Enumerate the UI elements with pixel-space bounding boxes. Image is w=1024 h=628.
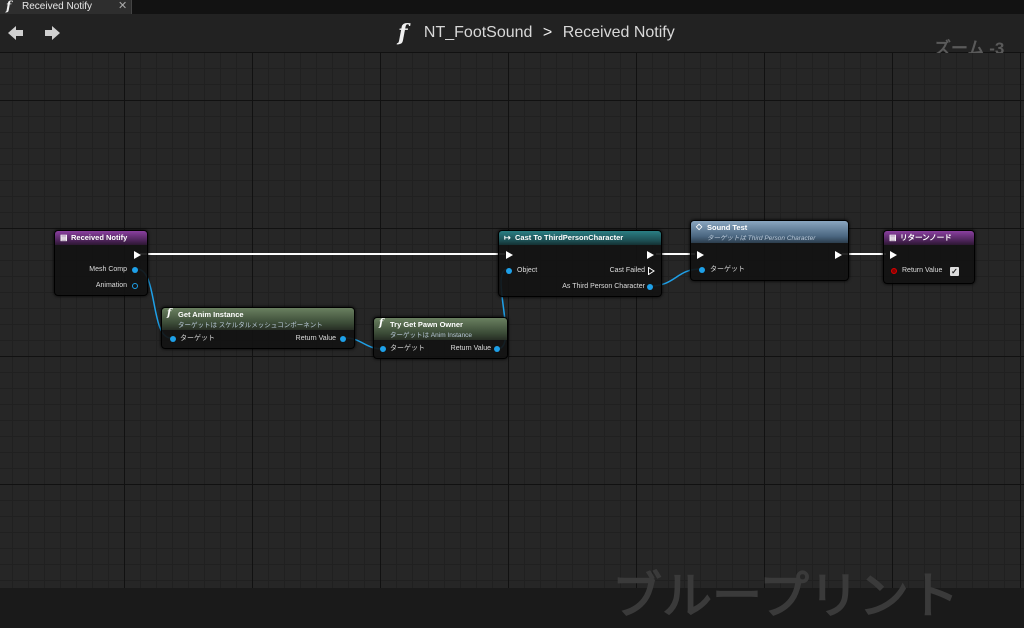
target-pin[interactable] xyxy=(699,267,705,273)
node-header: ▤ リターンノード xyxy=(884,231,974,245)
forward-arrow-icon[interactable] xyxy=(42,23,62,43)
breadcrumb-function[interactable]: Received Notify xyxy=(563,24,675,41)
return-value-checkbox[interactable]: ✓ xyxy=(950,267,959,276)
node-title: Sound Test xyxy=(707,223,748,232)
animation-pin[interactable] xyxy=(132,283,138,289)
as-third-person-character-pin[interactable] xyxy=(647,284,653,290)
node-header: f Try Get Pawn Owner ターゲットは Anim Instanc… xyxy=(374,318,507,340)
breadcrumb-blueprint[interactable]: NT_FootSound xyxy=(424,24,533,41)
pin-label: ターゲット xyxy=(710,266,745,273)
cast-icon: ↦ xyxy=(504,233,511,242)
node-title: Try Get Pawn Owner xyxy=(390,320,463,329)
pin-label: Return Value xyxy=(295,335,336,342)
pin-label: Cast Failed xyxy=(609,267,645,274)
node-title: Cast To ThirdPersonCharacter xyxy=(515,233,624,242)
node-header: f Get Anim Instance ターゲットは スケルタルメッシュコンポー… xyxy=(162,308,354,330)
graph-canvas[interactable] xyxy=(0,53,1024,588)
tab-received-notify[interactable]: f Received Notify ✕ xyxy=(0,0,132,14)
node-subtitle: ターゲットは スケルタルメッシュコンポーネント xyxy=(178,322,323,329)
function-icon: f xyxy=(398,20,408,46)
pin-label: Return Value xyxy=(902,267,943,274)
exec-in-pin[interactable] xyxy=(890,251,897,259)
exec-out-pin[interactable] xyxy=(647,251,654,259)
exec-out-pin[interactable] xyxy=(835,251,842,259)
event-icon: ▤ xyxy=(60,233,68,242)
object-pin[interactable] xyxy=(506,268,512,274)
node-title: Get Anim Instance xyxy=(178,310,244,319)
blueprint-watermark: ブループリント xyxy=(612,568,959,624)
return-node[interactable]: ▤ リターンノード Return Value ✓ xyxy=(883,230,975,284)
get-anim-instance-node[interactable]: f Get Anim Instance ターゲットは スケルタルメッシュコンポー… xyxy=(161,307,355,349)
target-pin[interactable] xyxy=(380,346,386,352)
received-notify-node[interactable]: ▤ Received Notify Mesh Comp Animation xyxy=(54,230,148,296)
breadcrumb: f NT_FootSound > Received Notify xyxy=(398,21,675,45)
node-header: ↦ Cast To ThirdPersonCharacter xyxy=(499,231,661,245)
sound-test-node[interactable]: ◇ Sound Test ターゲットは Third Person Charact… xyxy=(690,220,849,281)
pin-label: Animation xyxy=(95,282,127,289)
exec-in-pin[interactable] xyxy=(697,251,704,259)
cast-failed-exec-pin[interactable] xyxy=(648,267,655,275)
mesh-comp-pin[interactable] xyxy=(132,267,138,273)
return-value-pin[interactable] xyxy=(340,336,346,342)
return-icon: ▤ xyxy=(889,233,897,242)
pin-label: ターゲット xyxy=(390,345,425,352)
event-call-icon: ◇ xyxy=(696,222,703,231)
function-icon: f xyxy=(6,0,12,13)
function-icon: f xyxy=(167,308,172,319)
return-value-pin[interactable] xyxy=(494,346,500,352)
close-icon[interactable]: ✕ xyxy=(118,0,127,13)
pin-label: Mesh Comp xyxy=(89,266,127,273)
node-title: Received Notify xyxy=(71,233,128,242)
back-arrow-icon[interactable] xyxy=(6,23,26,43)
node-header: ◇ Sound Test ターゲットは Third Person Charact… xyxy=(691,221,848,243)
pin-label: As Third Person Character xyxy=(562,283,645,290)
exec-in-pin[interactable] xyxy=(506,251,513,259)
try-get-pawn-owner-node[interactable]: f Try Get Pawn Owner ターゲットは Anim Instanc… xyxy=(373,317,508,359)
exec-out-pin[interactable] xyxy=(134,251,141,259)
pin-label: Return Value xyxy=(450,345,491,352)
pin-label: Object xyxy=(517,267,538,274)
node-header: ▤ Received Notify xyxy=(55,231,147,245)
node-subtitle: ターゲットは Third Person Character xyxy=(707,235,816,242)
breadcrumb-separator: > xyxy=(542,24,553,42)
target-pin[interactable] xyxy=(170,336,176,342)
graph-header: f NT_FootSound > Received Notify ズーム -3 xyxy=(0,14,1024,58)
function-icon: f xyxy=(379,318,384,329)
return-value-pin[interactable] xyxy=(891,268,897,274)
node-title: リターンノード xyxy=(900,233,952,242)
node-subtitle: ターゲットは Anim Instance xyxy=(390,332,472,339)
tab-label: Received Notify xyxy=(22,1,93,12)
tab-bar: f Received Notify ✕ xyxy=(0,0,1024,14)
cast-to-node[interactable]: ↦ Cast To ThirdPersonCharacter Object Ca… xyxy=(498,230,662,297)
pin-label: ターゲット xyxy=(180,335,215,342)
